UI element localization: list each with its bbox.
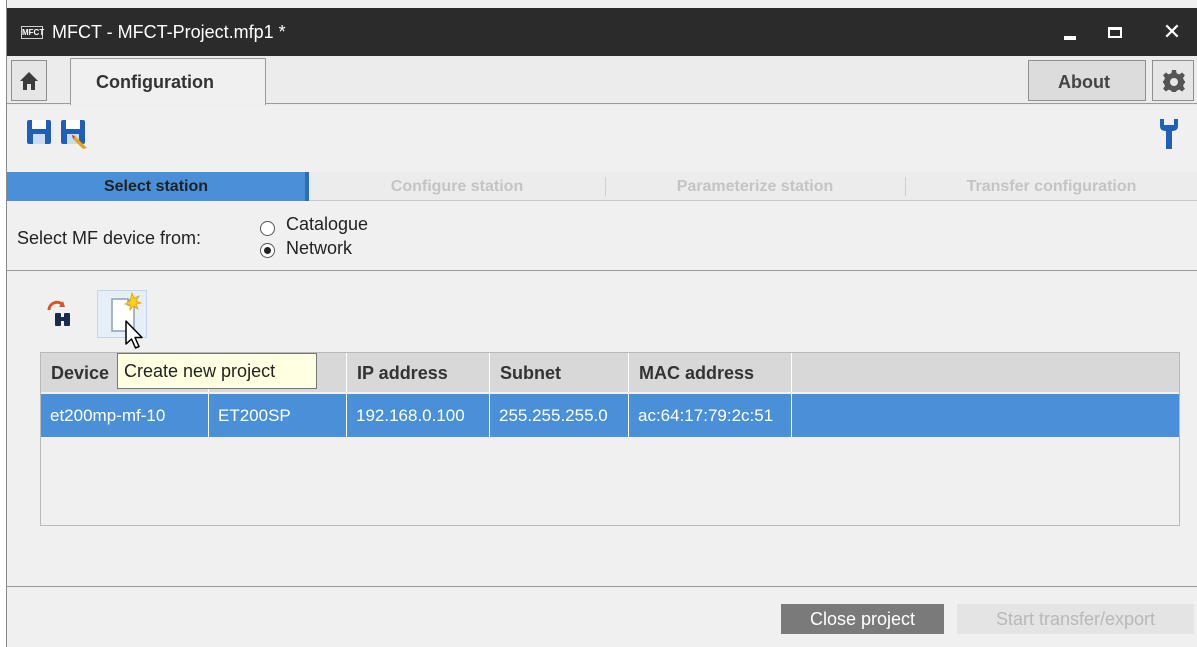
step-configure-station[interactable]: Configure station [309, 172, 605, 201]
step-select-station[interactable]: Select station [7, 172, 309, 201]
about-button-label: About [1058, 72, 1110, 92]
scan-network-icon[interactable] [45, 300, 75, 328]
cell-subnet: 255.255.255.0 [490, 394, 629, 437]
section-divider [7, 270, 1197, 271]
app-logo-icon: MFCT [21, 26, 45, 39]
start-transfer-export-button[interactable]: Start transfer/export [957, 604, 1194, 634]
cell-mac-address: ac:64:17:79:2c:51 [629, 394, 792, 437]
radio-catalogue-label[interactable]: Catalogue [286, 214, 368, 235]
wrench-icon[interactable] [1157, 117, 1181, 151]
cell-device: et200mp-mf-10 [41, 394, 209, 437]
gear-icon [1163, 70, 1185, 92]
maximize-icon [1108, 27, 1122, 38]
column-header-subnet[interactable]: Subnet [490, 353, 629, 392]
close-icon: ✕ [1162, 19, 1182, 44]
tooltip: Create new project [117, 353, 317, 389]
mouse-cursor-icon [125, 320, 143, 349]
radio-network-label[interactable]: Network [286, 238, 352, 259]
title-bar: MFCT MFCT - MFCT-Project.mfp1 * ✕ [7, 8, 1197, 56]
application-window: MFCT MFCT - MFCT-Project.mfp1 * ✕ Config… [6, 0, 1197, 647]
radio-catalogue[interactable] [260, 221, 275, 236]
home-icon [20, 72, 38, 90]
tab-configuration[interactable]: Configuration [70, 58, 266, 105]
save-as-icon[interactable] [61, 120, 89, 150]
footer-divider [7, 586, 1197, 587]
wizard-step-bar: Select station Configure station Paramet… [7, 172, 1197, 201]
minimize-icon [1064, 36, 1076, 40]
step-parameterize-station[interactable]: Parameterize station [605, 172, 905, 201]
window-title: MFCT - MFCT-Project.mfp1 * [52, 22, 286, 42]
cell-type: ET200SP [209, 394, 347, 437]
close-window-button[interactable]: ✕ [1157, 20, 1187, 44]
device-source-label: Select MF device from: [17, 228, 202, 248]
cell-ip-address: 192.168.0.100 [347, 394, 490, 437]
close-project-button[interactable]: Close project [781, 604, 944, 634]
home-button[interactable] [11, 60, 47, 101]
column-header-ip-address[interactable]: IP address [347, 353, 490, 392]
step-transfer-configuration[interactable]: Transfer configuration [905, 172, 1197, 201]
column-header-mac-address[interactable]: MAC address [629, 353, 792, 392]
tab-configuration-label: Configuration [96, 72, 214, 92]
maximize-button[interactable] [1100, 20, 1130, 44]
about-button[interactable]: About [1028, 60, 1146, 101]
radio-network[interactable] [260, 243, 275, 258]
main-tab-bar: Configuration About [7, 56, 1197, 106]
save-icon[interactable] [27, 120, 51, 144]
minimize-button[interactable] [1055, 20, 1085, 44]
table-row[interactable]: et200mp-mf-10 ET200SP 192.168.0.100 255.… [41, 394, 1179, 437]
settings-button[interactable] [1152, 60, 1194, 101]
